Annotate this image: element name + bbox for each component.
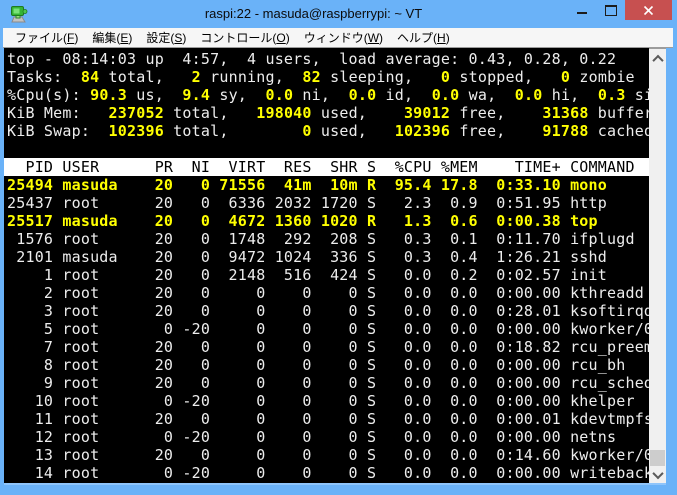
process-row: 7 root 20 0 0 0 0 S 0.0 0.0 0:18.82 rcu_…: [7, 338, 649, 356]
menu-item-setup[interactable]: 設定(S): [139, 28, 193, 47]
process-row: 25437 root 20 0 6336 2032 1720 S 2.3 0.9…: [7, 194, 607, 212]
chevron-up-icon: [651, 54, 664, 66]
window-controls: [567, 0, 672, 20]
vertical-scrollbar[interactable]: [649, 48, 666, 483]
minimize-button[interactable]: [567, 0, 596, 20]
process-row: 2 root 20 0 0 0 0 S 0.0 0.0 0:00.00 kthr…: [7, 284, 644, 302]
process-row: 3 root 20 0 0 0 0 S 0.0 0.0 0:28.01 ksof…: [7, 302, 649, 320]
top-summary-line: Tasks: 84 total, 2 running, 82 sleeping,…: [7, 68, 635, 86]
menu-item-window[interactable]: ウィンドウ(W): [297, 28, 390, 47]
process-table-header: PID USER PR NI VIRT RES SHR S %CPU %MEM …: [4, 158, 649, 176]
process-row: 5 root 0 -20 0 0 0 S 0.0 0.0 0:00.00 kwo…: [7, 320, 649, 338]
scrollbar-thumb[interactable]: [650, 450, 665, 466]
maximize-button[interactable]: [596, 0, 625, 20]
process-row: 25494 masuda 20 0 71556 41m 10m R 95.4 1…: [7, 176, 607, 194]
process-row: 8 root 20 0 0 0 0 S 0.0 0.0 0:00.00 rcu_…: [7, 356, 626, 374]
menu-item-edit[interactable]: 編集(E): [85, 28, 139, 47]
top-summary-line: top - 08:14:03 up 4:57, 4 users, load av…: [7, 50, 617, 68]
teraterm-window: raspi:22 - masuda@raspberrypi: ~ VT ファイル…: [0, 0, 677, 495]
process-row: 9 root 20 0 0 0 0 S 0.0 0.0 0:00.00 rcu_…: [7, 374, 649, 392]
top-summary-line: KiB Mem: 237052 total, 198040 used, 3901…: [7, 104, 649, 122]
process-row: 13 root 20 0 0 0 0 S 0.0 0.0 0:14.60 kwo…: [7, 446, 649, 464]
process-row: 14 root 0 -20 0 0 0 S 0.0 0.0 0:00.00 wr…: [7, 464, 649, 482]
window-bottom-border: [4, 483, 666, 485]
menubar: ファイル(F) 編集(E) 設定(S) コントロール(O) ウィンドウ(W) ヘルプ(H): [3, 28, 673, 48]
process-row: 25517 masuda 20 0 4672 1360 1020 R 1.3 0…: [7, 212, 598, 230]
top-summary-line: KiB Swap: 102396 total, 0 used, 102396 f…: [7, 122, 649, 140]
menu-item-control[interactable]: コントロール(O): [193, 28, 296, 47]
window-title: raspi:22 - masuda@raspberrypi: ~ VT: [204, 6, 423, 21]
process-row: 2101 masuda 20 0 9472 1024 336 S 0.3 0.4…: [7, 248, 607, 266]
menu-item-help[interactable]: ヘルプ(H): [390, 28, 457, 47]
minimize-icon: [576, 11, 587, 14]
process-row: 12 root 0 -20 0 0 0 S 0.0 0.0 0:00.00 ne…: [7, 428, 617, 446]
process-row: 1 root 20 0 2148 516 424 S 0.0 0.2 0:02.…: [7, 266, 607, 284]
titlebar[interactable]: raspi:22 - masuda@raspberrypi: ~ VT: [0, 0, 677, 28]
terminal-screen[interactable]: top - 08:14:03 up 4:57, 4 users, load av…: [4, 48, 649, 483]
chevron-down-icon: [651, 467, 664, 479]
process-row: 1576 root 20 0 1748 292 208 S 0.3 0.1 0:…: [7, 230, 635, 248]
process-row: 11 root 20 0 0 0 0 S 0.0 0.0 0:00.01 kde…: [7, 410, 649, 428]
process-row: 10 root 0 -20 0 0 0 S 0.0 0.0 0:00.00 kh…: [7, 392, 635, 410]
close-icon: [643, 5, 654, 15]
menu-item-file[interactable]: ファイル(F): [8, 28, 85, 47]
maximize-icon: [604, 4, 617, 16]
scroll-up-button[interactable]: [649, 50, 666, 67]
close-button[interactable]: [625, 0, 672, 20]
client-area: top - 08:14:03 up 4:57, 4 users, load av…: [4, 48, 666, 483]
scroll-down-button[interactable]: [649, 466, 666, 483]
teraterm-app-icon[interactable]: [9, 4, 29, 24]
top-summary-line: %Cpu(s): 90.3 us, 9.4 sy, 0.0 ni, 0.0 id…: [7, 86, 649, 104]
